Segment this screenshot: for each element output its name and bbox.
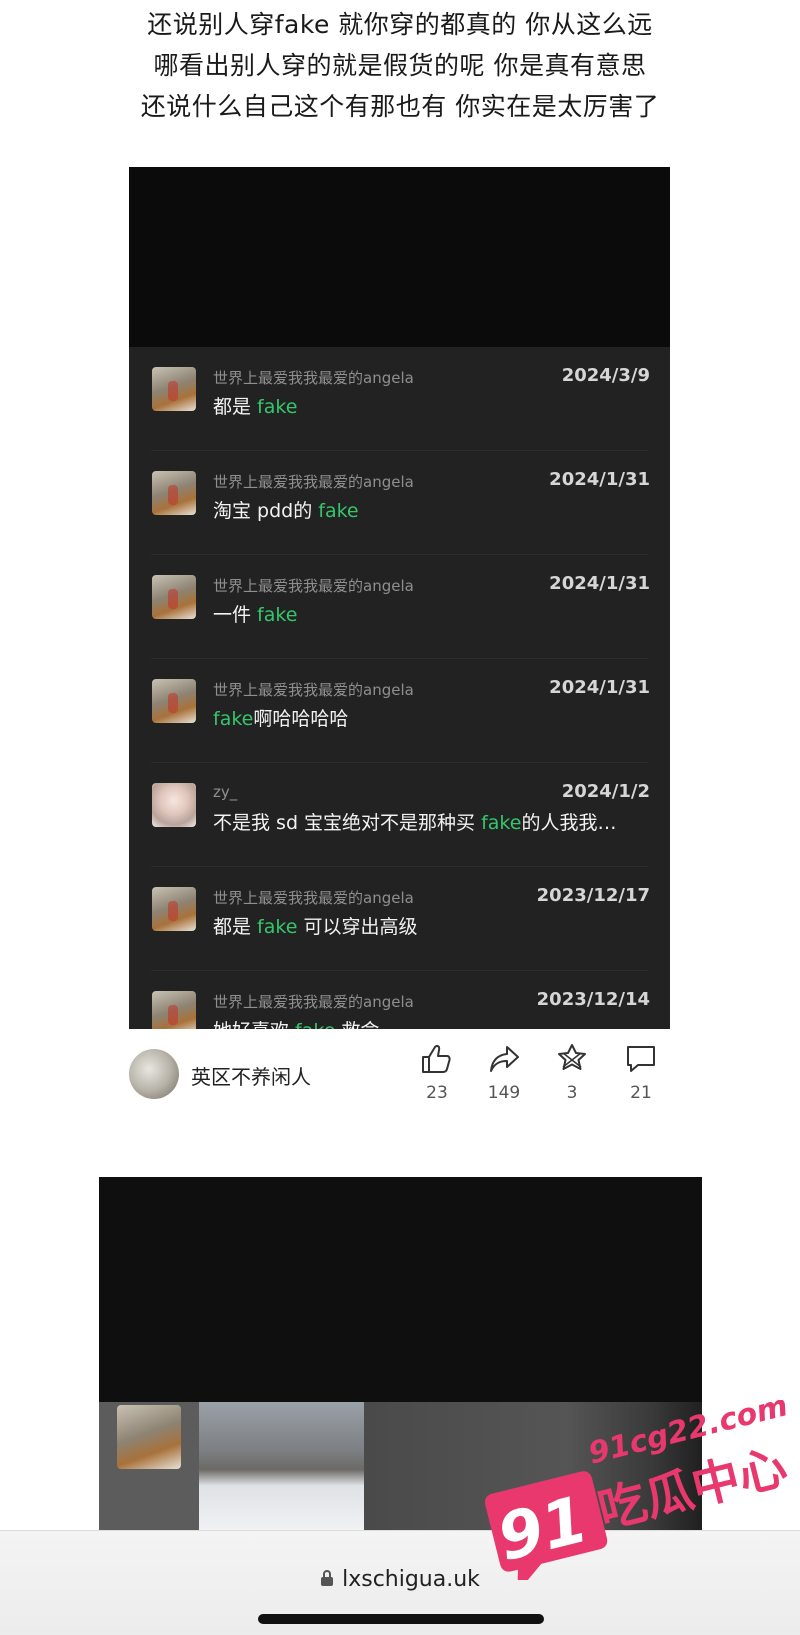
highlight-keyword: fake bbox=[213, 708, 254, 730]
highlight-keyword: fake bbox=[295, 1020, 335, 1029]
comment-count: 21 bbox=[630, 1083, 652, 1103]
comment-username: zy_ bbox=[213, 783, 238, 801]
comment-date: 2024/1/31 bbox=[549, 469, 650, 490]
comment-item[interactable]: 世界上最爱我我最爱的angela 2024/1/31 淘宝 pdd的 fake bbox=[129, 451, 670, 555]
share-arrow-icon bbox=[490, 1046, 519, 1072]
highlight-keyword: fake bbox=[318, 500, 359, 522]
comment-text: 都是 fake 可以穿出高级 bbox=[213, 916, 418, 938]
author-avatar[interactable] bbox=[129, 1049, 179, 1099]
dark-photo bbox=[364, 1402, 702, 1537]
comment-text: 她好喜欢 fake 救命 bbox=[213, 1016, 379, 1029]
post-caption: 还说别人穿fake 就你穿的都真的 你从这么远 哪看出别人穿的就是假货的呢 你是… bbox=[0, 4, 800, 127]
comment-date: 2024/3/9 bbox=[561, 365, 650, 386]
second-screenshot bbox=[99, 1177, 702, 1537]
star-button[interactable]: 3 bbox=[544, 1043, 600, 1103]
avatar bbox=[152, 367, 196, 411]
comment-bubble-icon bbox=[627, 1046, 655, 1072]
comment-date: 2024/1/31 bbox=[549, 677, 650, 698]
avatar bbox=[152, 991, 196, 1029]
comment-username: 世界上最爱我我最爱的angela bbox=[213, 473, 414, 491]
like-count: 23 bbox=[426, 1083, 448, 1103]
caption-line-3: 还说什么自己这个有那也有 你实在是太厉害了 bbox=[140, 92, 660, 121]
highlight-keyword: fake bbox=[257, 916, 298, 938]
author-name[interactable]: 英区不养闲人 bbox=[191, 1061, 311, 1090]
avatar bbox=[152, 575, 196, 619]
comment-date: 2023/12/14 bbox=[536, 989, 650, 1010]
comment-text: fake啊哈哈哈哈 bbox=[213, 708, 349, 730]
avatar bbox=[152, 471, 196, 515]
url-text: lxschigua.uk bbox=[342, 1567, 480, 1592]
comment-text: 不是我 sd 宝宝绝对不是那种买 fake的人我我… bbox=[213, 812, 617, 834]
comment-screenshot: 世界上最爱我我最爱的angela 2024/3/9 都是 fake 世界上最爱我… bbox=[129, 167, 670, 1029]
comment-item[interactable]: 世界上最爱我我最爱的angela 2024/1/31 fake啊哈哈哈哈 bbox=[129, 659, 670, 763]
comment-item[interactable]: 世界上最爱我我最爱的angela 2024/3/9 都是 fake bbox=[129, 347, 670, 451]
comment-username: 世界上最爱我我最爱的angela bbox=[213, 577, 414, 595]
caption-line-1: 还说别人穿fake 就你穿的都真的 你从这么远 bbox=[147, 10, 653, 39]
comment-username: 世界上最爱我我最爱的angela bbox=[213, 993, 414, 1011]
comment-item[interactable]: 世界上最爱我我最爱的angela 2024/1/31 一件 fake bbox=[129, 555, 670, 659]
screenshot-dark-header bbox=[129, 167, 670, 347]
avatar bbox=[117, 1405, 181, 1469]
highlight-keyword: fake bbox=[257, 396, 298, 418]
highlight-keyword: fake bbox=[257, 604, 298, 626]
comment-item[interactable]: 世界上最爱我我最爱的angela 2023/12/14 她好喜欢 fake 救命 bbox=[129, 971, 670, 1029]
comment-username: 世界上最爱我我最爱的angela bbox=[213, 681, 414, 699]
snow-photo bbox=[199, 1402, 364, 1537]
comment-text: 一件 fake bbox=[213, 604, 298, 626]
avatar bbox=[152, 783, 196, 827]
post-footer: 英区不养闲人 23 149 3 21 bbox=[129, 1029, 670, 1139]
like-button[interactable]: 23 bbox=[409, 1043, 465, 1103]
lock-icon bbox=[320, 1568, 334, 1593]
avatar bbox=[152, 679, 196, 723]
thumbs-up-icon bbox=[422, 1045, 451, 1073]
comment-date: 2024/1/2 bbox=[561, 781, 650, 802]
home-indicator[interactable] bbox=[258, 1614, 544, 1624]
star-count: 3 bbox=[566, 1083, 578, 1103]
share-button[interactable]: 149 bbox=[476, 1043, 532, 1103]
comment-button[interactable]: 21 bbox=[613, 1043, 669, 1103]
share-count: 149 bbox=[487, 1083, 521, 1103]
avatar bbox=[152, 887, 196, 931]
comment-text: 淘宝 pdd的 fake bbox=[213, 500, 359, 522]
comment-item[interactable]: 世界上最爱我我最爱的angela 2023/12/17 都是 fake 可以穿出… bbox=[129, 867, 670, 971]
comment-date: 2023/12/17 bbox=[536, 885, 650, 906]
url-display[interactable]: lxschigua.uk bbox=[0, 1567, 800, 1593]
comment-item[interactable]: zy_ 2024/1/2 不是我 sd 宝宝绝对不是那种买 fake的人我我… bbox=[129, 763, 670, 867]
highlight-keyword: fake bbox=[481, 812, 522, 834]
comment-date: 2024/1/31 bbox=[549, 573, 650, 594]
comment-username: 世界上最爱我我最爱的angela bbox=[213, 369, 414, 387]
browser-address-bar[interactable]: lxschigua.uk bbox=[0, 1530, 800, 1635]
star-icon bbox=[558, 1044, 586, 1070]
comment-text: 都是 fake bbox=[213, 396, 298, 418]
caption-line-2: 哪看出别人穿的就是假货的呢 你是真有意思 bbox=[153, 51, 647, 80]
comment-username: 世界上最爱我我最爱的angela bbox=[213, 889, 414, 907]
